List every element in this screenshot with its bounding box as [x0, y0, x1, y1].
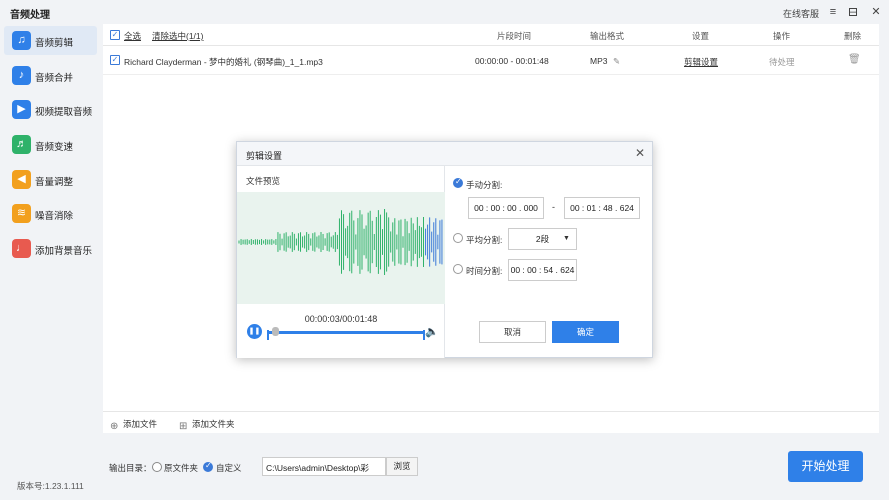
trash-icon[interactable]: 🗑 [848, 54, 861, 65]
manual-split-label: 手动分割: [466, 180, 503, 190]
average-split-label: 平均分割: [466, 235, 503, 245]
seek-thumb[interactable] [272, 327, 280, 336]
sidebar-item-label: 音量调整 [35, 177, 74, 188]
sidebar-item-audio-cut[interactable]: ♫ 音频剪辑 [4, 26, 97, 55]
volume-icon: ◀ [12, 170, 31, 189]
split-settings-pane: 手动分割: 00 : 00 : 00 . 000 - 00 : 01 : 48 … [446, 166, 652, 358]
playback-time: 00:00:03/00:01:48 [304, 314, 378, 324]
maximize-icon[interactable] [849, 8, 857, 16]
clip-settings-dialog: 剪辑设置 ✕ 文件预览 00:00:03/00:01:48 ❚❚ 🔈 手动分割:… [236, 141, 653, 358]
time-split-radio[interactable] [453, 264, 463, 274]
sidebar-item-noise[interactable]: ≋ 噪音消除 [4, 199, 97, 228]
add-folder-button[interactable]: ⊞ 添加文件夹 [179, 418, 235, 432]
row-segment-time: 00:00:00 - 00:01:48 [475, 56, 549, 66]
file-actions-bar: ⊕ 添加文件 ⊞ 添加文件夹 [103, 411, 879, 433]
sidebar-item-audio-speed[interactable]: ♬ 音频变速 [4, 130, 97, 159]
original-folder-label: 原文件夹 [164, 463, 199, 473]
sidebar-item-video-extract[interactable]: ▶ 视频提取音频 [4, 95, 97, 124]
sidebar-item-label: 音频变速 [35, 142, 74, 153]
clear-selected-link[interactable]: 清除选中(1/1) [152, 30, 203, 42]
browse-button[interactable]: 浏览 [386, 457, 418, 476]
add-folder-label: 添加文件夹 [192, 419, 235, 429]
file-preview-label: 文件预览 [246, 176, 281, 186]
range-dash: - [552, 202, 555, 212]
sidebar-item-audio-merge[interactable]: ♪ 音频合并 [4, 61, 97, 90]
confirm-button[interactable]: 确定 [552, 321, 619, 343]
manual-start-time-input[interactable]: 00 : 00 : 00 . 000 [468, 197, 544, 219]
custom-folder-radio[interactable] [203, 461, 213, 472]
noise-icon: ≋ [12, 204, 31, 223]
sidebar-item-bg-music[interactable]: ♩ 添加背景音乐 [4, 234, 97, 263]
close-icon[interactable]: ✕ [635, 146, 645, 160]
table-header: ✓ 全选 清除选中(1/1) 片段时间 输出格式 设置 操作 删除 [103, 24, 879, 46]
music-merge-icon: ♪ [12, 66, 31, 85]
table-row[interactable]: ✓ Richard Clayderman - 梦中的婚礼 (钢琴曲)_1_1.m… [103, 47, 879, 75]
custom-folder-label: 自定义 [216, 463, 242, 473]
add-file-button[interactable]: ⊕ 添加文件 [110, 418, 157, 432]
column-settings: 设置 [692, 31, 710, 41]
waveform [238, 209, 443, 275]
plus-circle-icon: ⊕ [110, 421, 119, 432]
time-split-input[interactable]: 00 : 00 : 54 . 624 [508, 259, 577, 281]
manual-end-time-input[interactable]: 00 : 01 : 48 . 624 [564, 197, 640, 219]
scissors-music-icon: ♫ [12, 31, 31, 50]
sidebar-item-label: 视频提取音频 [35, 107, 93, 118]
select-all-checkbox[interactable]: ✓ [110, 30, 120, 40]
edit-format-icon[interactable]: ✎ [613, 56, 620, 67]
sidebar-item-volume[interactable]: ◀ 音量调整 [4, 165, 97, 194]
column-output-format: 输出格式 [590, 31, 625, 41]
chevron-down-icon[interactable]: ▼ [563, 235, 570, 242]
cancel-button[interactable]: 取消 [479, 321, 546, 343]
version-label: 版本号:1.23.1.111 [17, 481, 84, 491]
title-bar: 音频处理 在线客服 ≡ – ✕ [0, 0, 889, 24]
start-processing-button[interactable]: 开始处理 [788, 451, 863, 482]
manual-split-radio[interactable] [453, 177, 463, 188]
online-service-link[interactable]: 在线客服 [783, 7, 819, 20]
column-action: 操作 [773, 31, 791, 41]
row-checkbox[interactable]: ✓ [110, 55, 120, 65]
pause-button[interactable]: ❚❚ [247, 324, 262, 339]
sidebar-item-label: 音频合并 [35, 73, 74, 84]
sidebar-item-label: 噪音消除 [35, 211, 74, 222]
menu-icon[interactable]: ≡ [825, 4, 841, 20]
sidebar: ♫ 音频剪辑 ♪ 音频合并 ▶ 视频提取音频 ♬ 音频变速 ◀ 音量调整 ≋ 噪… [0, 24, 103, 500]
bg-music-icon: ♩ [12, 239, 31, 258]
speaker-icon[interactable]: 🔈 [425, 325, 439, 338]
column-delete: 删除 [844, 31, 862, 41]
close-icon[interactable]: ✕ [868, 4, 884, 20]
original-folder-radio[interactable] [152, 462, 162, 472]
folder-plus-icon: ⊞ [179, 421, 188, 432]
speed-icon: ♬ [12, 135, 31, 154]
dialog-header: 剪辑设置 ✕ [237, 142, 652, 166]
output-dir-label: 输出目录： [109, 463, 152, 473]
time-split-label: 时间分割: [466, 266, 503, 276]
clip-settings-link[interactable]: 剪辑设置 [684, 56, 718, 68]
average-split-radio[interactable] [453, 233, 463, 243]
row-format: MP3 [590, 56, 608, 66]
average-split-value: 2段 [535, 234, 550, 244]
output-path-input[interactable]: C:\Users\admin\Desktop\彩 [262, 457, 386, 476]
waveform-area[interactable] [237, 192, 445, 304]
seek-track[interactable] [269, 331, 425, 334]
select-all-link[interactable]: 全选 [124, 30, 141, 42]
file-preview-pane: 文件预览 00:00:03/00:01:48 ❚❚ 🔈 [237, 166, 445, 358]
sidebar-item-label: 音频剪辑 [35, 38, 74, 49]
row-filename: Richard Clayderman - 梦中的婚礼 (钢琴曲)_1_1.mp3 [124, 57, 323, 67]
dialog-title: 剪辑设置 [246, 151, 283, 161]
video-extract-icon: ▶ [12, 100, 31, 119]
app-title: 音频处理 [10, 10, 50, 21]
sidebar-item-label: 添加背景音乐 [35, 246, 93, 257]
add-file-label: 添加文件 [123, 419, 158, 429]
row-status: 待处理 [769, 57, 795, 67]
column-segment-time: 片段时间 [497, 31, 532, 41]
